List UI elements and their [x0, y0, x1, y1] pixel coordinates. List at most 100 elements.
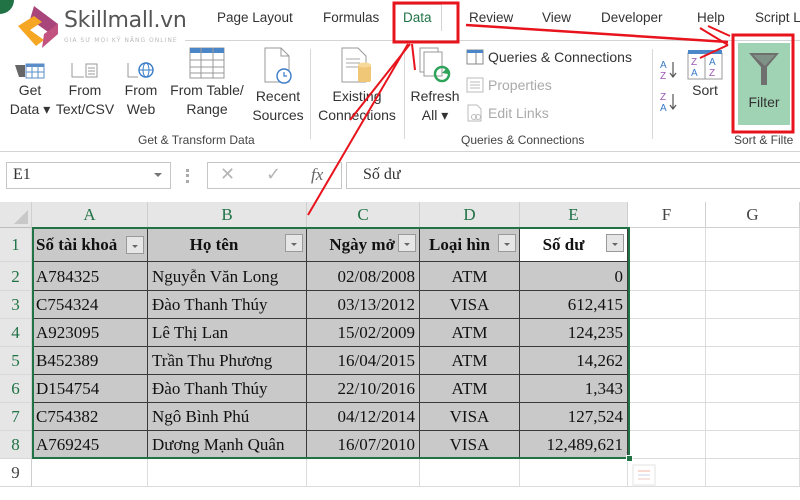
recent-sources-button[interactable]: Recent Sources [250, 47, 306, 125]
data-cell[interactable]: Ngô Bình Phú [148, 403, 307, 431]
data-cell[interactable]: C754382 [32, 403, 148, 431]
tab-review[interactable]: Review [469, 10, 513, 25]
data-cell[interactable]: ATM [420, 347, 520, 375]
select-all-button[interactable] [0, 202, 32, 228]
edit-links-button[interactable]: Edit Links [466, 104, 549, 122]
row-header-8[interactable]: 8 [0, 431, 32, 459]
empty-cell[interactable] [420, 459, 520, 487]
empty-cell[interactable] [628, 431, 706, 459]
data-cell[interactable]: 12,489,621 [520, 431, 628, 459]
empty-cell[interactable] [32, 459, 148, 487]
chevron-down-icon[interactable] [154, 173, 162, 177]
empty-cell[interactable] [706, 291, 800, 319]
tab-data[interactable]: Data [393, 4, 442, 31]
row-header-9[interactable]: 9 [0, 459, 32, 487]
empty-cell[interactable] [628, 291, 706, 319]
data-cell[interactable]: B452389 [32, 347, 148, 375]
data-cell[interactable]: 22/10/2016 [307, 375, 420, 403]
insert-function-icon[interactable]: fx [311, 165, 323, 185]
empty-cell[interactable] [628, 228, 706, 262]
row-header-4[interactable]: 4 [0, 319, 32, 347]
data-cell[interactable]: 14,262 [520, 347, 628, 375]
empty-cell[interactable] [148, 459, 307, 487]
get-data-button[interactable]: Get Data ▾ [6, 61, 54, 119]
column-header-a[interactable]: A [32, 202, 148, 228]
refresh-all-button[interactable]: Refresh All ▾ [408, 47, 462, 125]
filter-dropdown-button[interactable] [126, 236, 144, 254]
data-cell[interactable]: VISA [420, 403, 520, 431]
row-header-1[interactable]: 1 [0, 228, 32, 262]
sort-z-to-a-icon[interactable]: Z A [659, 90, 679, 114]
data-cell[interactable]: C754324 [32, 291, 148, 319]
row-header-7[interactable]: 7 [0, 403, 32, 431]
from-web-button[interactable]: From Web [120, 61, 162, 119]
filter-button[interactable]: Filter [738, 43, 790, 125]
data-cell[interactable]: Trần Thu Phương [148, 347, 307, 375]
name-box[interactable]: E1 [6, 162, 171, 189]
data-cell[interactable]: Dương Mạnh Quân [148, 431, 307, 459]
from-table-range-button[interactable]: From Table/ Range [166, 47, 248, 119]
tab-help[interactable]: Help [697, 10, 725, 25]
tab-page-layout[interactable]: Page Layout [217, 10, 293, 25]
empty-cell[interactable] [706, 431, 800, 459]
tab-developer[interactable]: Developer [601, 10, 663, 25]
data-cell[interactable]: A769245 [32, 431, 148, 459]
data-cell[interactable]: ATM [420, 375, 520, 403]
fill-handle[interactable] [626, 455, 633, 462]
column-header-f[interactable]: F [628, 202, 706, 228]
header-cell-b[interactable]: Họ tên [148, 228, 307, 262]
empty-cell[interactable] [706, 375, 800, 403]
data-cell[interactable]: Đào Thanh Thúy [148, 291, 307, 319]
row-header-2[interactable]: 2 [0, 262, 32, 291]
data-cell[interactable]: Lê Thị Lan [148, 319, 307, 347]
formula-input[interactable]: Số dư [346, 162, 800, 189]
data-cell[interactable]: ATM [420, 262, 520, 291]
header-cell-c[interactable]: Ngày mở [307, 228, 420, 262]
data-cell[interactable]: 16/07/2010 [307, 431, 420, 459]
properties-button[interactable]: Properties [466, 77, 552, 93]
data-cell[interactable]: 15/02/2009 [307, 319, 420, 347]
data-cell[interactable]: 02/08/2008 [307, 262, 420, 291]
tab-view[interactable]: View [542, 10, 571, 25]
column-header-c[interactable]: C [307, 202, 420, 228]
cancel-icon[interactable]: ✕ [220, 164, 235, 185]
column-header-b[interactable]: B [148, 202, 307, 228]
empty-cell[interactable] [706, 347, 800, 375]
row-header-5[interactable]: 5 [0, 347, 32, 375]
sort-button[interactable]: Z A A Z Sort [684, 49, 726, 100]
column-header-e[interactable]: E [520, 202, 628, 228]
row-header-6[interactable]: 6 [0, 375, 32, 403]
data-cell[interactable]: Đào Thanh Thúy [148, 375, 307, 403]
column-header-d[interactable]: D [420, 202, 520, 228]
empty-cell[interactable] [706, 459, 800, 487]
empty-cell[interactable] [520, 459, 628, 487]
data-cell[interactable]: A784325 [32, 262, 148, 291]
drag-handle[interactable] [186, 169, 189, 183]
empty-cell[interactable] [706, 228, 800, 262]
data-cell[interactable]: A923095 [32, 319, 148, 347]
empty-cell[interactable] [307, 459, 420, 487]
from-text-csv-button[interactable]: From Text/CSV [54, 61, 116, 119]
data-cell[interactable]: VISA [420, 431, 520, 459]
quick-analysis-icon[interactable] [632, 464, 656, 486]
empty-cell[interactable] [706, 403, 800, 431]
data-cell[interactable]: 04/12/2014 [307, 403, 420, 431]
data-cell[interactable]: 0 [520, 262, 628, 291]
empty-cell[interactable] [706, 319, 800, 347]
data-cell[interactable]: ATM [420, 319, 520, 347]
data-cell[interactable]: VISA [420, 291, 520, 319]
empty-cell[interactable] [628, 403, 706, 431]
filter-dropdown-button[interactable] [606, 234, 624, 252]
existing-connections-button[interactable]: Existing Connections [314, 47, 400, 125]
sort-a-to-z-icon[interactable]: A Z [659, 58, 679, 82]
data-cell[interactable]: 16/04/2015 [307, 347, 420, 375]
data-cell[interactable]: 612,415 [520, 291, 628, 319]
enter-check-icon[interactable]: ✓ [266, 164, 281, 185]
header-cell-e[interactable]: Số dư [520, 228, 628, 262]
empty-cell[interactable] [628, 262, 706, 291]
filter-dropdown-button[interactable] [498, 234, 516, 252]
data-cell[interactable]: 03/13/2012 [307, 291, 420, 319]
queries-connections-button[interactable]: Queries & Connections [466, 49, 632, 65]
data-cell[interactable]: 124,235 [520, 319, 628, 347]
data-cell[interactable]: Nguyễn Văn Long [148, 262, 307, 291]
